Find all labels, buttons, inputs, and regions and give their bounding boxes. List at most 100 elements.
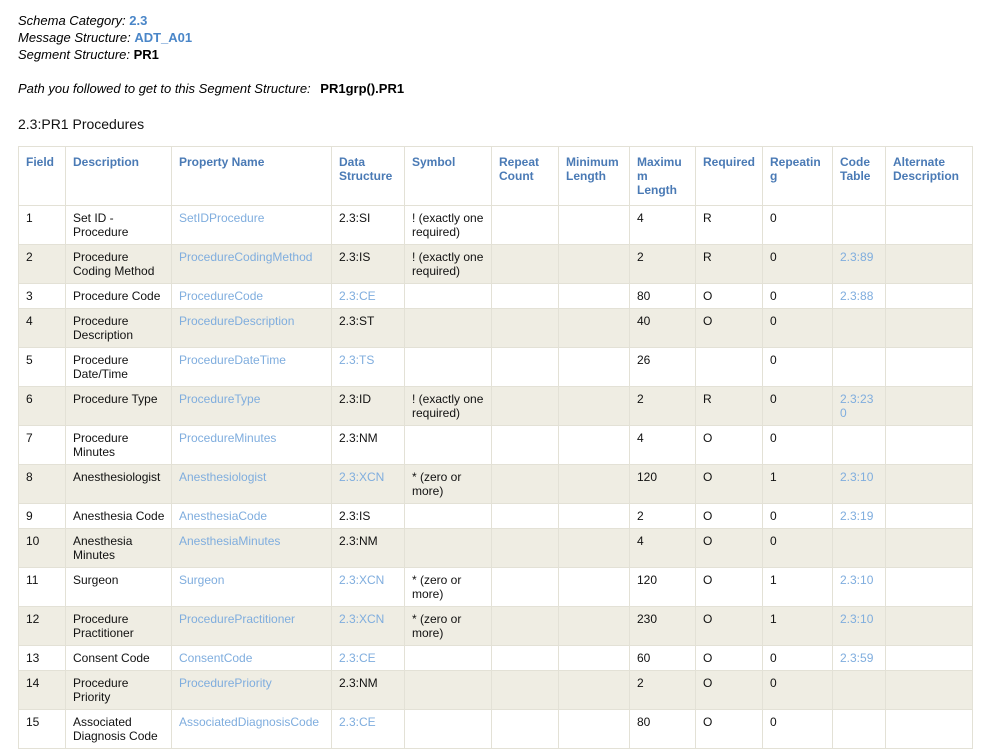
- cell-repeat-count: [491, 244, 559, 284]
- cell-code-table[interactable]: 2.3:10: [832, 606, 886, 646]
- cell-property-name-link[interactable]: AnesthesiaCode: [179, 509, 267, 523]
- cell-code-table[interactable]: 2.3:88: [832, 283, 886, 309]
- cell-data-structure[interactable]: 2.3:XCN: [331, 567, 405, 607]
- cell-data-structure-link[interactable]: 2.3:XCN: [339, 573, 384, 587]
- cell-minimum-length: [558, 347, 630, 387]
- cell-property-name-link[interactable]: AssociatedDiagnosisCode: [179, 715, 319, 729]
- cell-data-structure-link[interactable]: 2.3:XCN: [339, 612, 384, 626]
- cell-property-name-link[interactable]: ProcedurePractitioner: [179, 612, 295, 626]
- cell-property-name-link[interactable]: ProcedureCodingMethod: [179, 250, 312, 264]
- cell-data-structure: 2.3:SI: [331, 205, 405, 245]
- cell-maximum-length: 120: [629, 567, 696, 607]
- cell-data-structure-link[interactable]: 2.3:TS: [339, 353, 374, 367]
- column-header-required: Required: [695, 146, 763, 206]
- cell-property-name-link[interactable]: ConsentCode: [179, 651, 252, 665]
- cell-property-name[interactable]: AnesthesiaCode: [171, 503, 332, 529]
- cell-repeating: 0: [762, 283, 833, 309]
- cell-repeat-count: [491, 205, 559, 245]
- cell-data-structure: 2.3:NM: [331, 670, 405, 710]
- cell-property-name[interactable]: Surgeon: [171, 567, 332, 607]
- cell-code-table-link[interactable]: 2.3:19: [840, 509, 873, 523]
- cell-property-name-link[interactable]: Anesthesiologist: [179, 470, 266, 484]
- cell-code-table-link[interactable]: 2.3:230: [840, 392, 873, 420]
- message-structure-link[interactable]: ADT_A01: [134, 30, 192, 45]
- cell-property-name-link[interactable]: ProcedureMinutes: [179, 431, 276, 445]
- table-row: 5 Procedure Date/Time ProcedureDateTime 2.3…: [18, 347, 973, 387]
- cell-data-structure[interactable]: 2.3:TS: [331, 347, 405, 387]
- cell-property-name[interactable]: ProcedureMinutes: [171, 425, 332, 465]
- cell-repeat-count: [491, 645, 559, 671]
- cell-minimum-length: [558, 244, 630, 284]
- cell-property-name-link[interactable]: ProcedureCode: [179, 289, 263, 303]
- cell-maximum-length: 2: [629, 386, 696, 426]
- table-header-row: Field Description Property Name Data Str…: [18, 146, 973, 206]
- cell-code-table: [832, 347, 886, 387]
- cell-data-structure[interactable]: 2.3:CE: [331, 283, 405, 309]
- cell-required-text: R: [703, 250, 712, 264]
- table-row: 2 Procedure Coding Method ProcedureCodingM…: [18, 244, 973, 284]
- cell-data-structure[interactable]: 2.3:XCN: [331, 464, 405, 504]
- cell-property-name[interactable]: ProcedurePriority: [171, 670, 332, 710]
- cell-required: O: [695, 645, 763, 671]
- table-row: 15 Associated Diagnosis Code AssociatedDia…: [18, 709, 973, 749]
- cell-property-name[interactable]: ProcedureDateTime: [171, 347, 332, 387]
- cell-description-text: Surgeon: [73, 573, 119, 587]
- cell-property-name-link[interactable]: ProcedureDateTime: [179, 353, 286, 367]
- cell-property-name[interactable]: ConsentCode: [171, 645, 332, 671]
- cell-property-name[interactable]: ProcedureCode: [171, 283, 332, 309]
- cell-property-name-link[interactable]: ProcedureDescription: [179, 314, 294, 328]
- cell-required: R: [695, 244, 763, 284]
- cell-repeating: 1: [762, 567, 833, 607]
- cell-property-name-link[interactable]: ProcedurePriority: [179, 676, 272, 690]
- cell-code-table[interactable]: 2.3:89: [832, 244, 886, 284]
- cell-data-structure-link[interactable]: 2.3:CE: [339, 651, 376, 665]
- cell-required: O: [695, 528, 763, 568]
- cell-code-table-link[interactable]: 2.3:89: [840, 250, 873, 264]
- cell-alternate-description: [885, 503, 973, 529]
- cell-property-name[interactable]: ProcedureType: [171, 386, 332, 426]
- cell-property-name[interactable]: SetIDProcedure: [171, 205, 332, 245]
- cell-property-name-link[interactable]: ProcedureType: [179, 392, 260, 406]
- cell-code-table[interactable]: 2.3:10: [832, 464, 886, 504]
- page-title: 2.3:PR1 Procedures: [18, 116, 145, 132]
- cell-repeating: 0: [762, 386, 833, 426]
- cell-alternate-description: [885, 308, 973, 348]
- cell-code-table-link[interactable]: 2.3:59: [840, 651, 873, 665]
- cell-code-table-link[interactable]: 2.3:10: [840, 612, 873, 626]
- cell-code-table[interactable]: 2.3:230: [832, 386, 886, 426]
- cell-code-table-link[interactable]: 2.3:10: [840, 573, 873, 587]
- path-value: PR1grp().PR1: [320, 81, 405, 96]
- cell-repeating: 0: [762, 709, 833, 749]
- cell-data-structure-link[interactable]: 2.3:CE: [339, 715, 376, 729]
- cell-property-name-link[interactable]: SetIDProcedure: [179, 211, 264, 225]
- cell-data-structure-link[interactable]: 2.3:XCN: [339, 470, 384, 484]
- cell-property-name[interactable]: ProcedurePractitioner: [171, 606, 332, 646]
- cell-property-name[interactable]: Anesthesiologist: [171, 464, 332, 504]
- cell-data-structure[interactable]: 2.3:XCN: [331, 606, 405, 646]
- cell-maximum-length: 40: [629, 308, 696, 348]
- cell-data-structure-text: 2.3:IS: [339, 509, 371, 523]
- cell-alternate-description: [885, 645, 973, 671]
- cell-required: O: [695, 464, 763, 504]
- cell-minimum-length: [558, 386, 630, 426]
- cell-code-table-link[interactable]: 2.3:88: [840, 289, 873, 303]
- cell-description-text: Procedure Minutes: [73, 431, 129, 459]
- cell-code-table[interactable]: 2.3:59: [832, 645, 886, 671]
- cell-field: 4: [18, 308, 66, 348]
- cell-property-name[interactable]: ProcedureDescription: [171, 308, 332, 348]
- cell-data-structure[interactable]: 2.3:CE: [331, 709, 405, 749]
- cell-property-name[interactable]: ProcedureCodingMethod: [171, 244, 332, 284]
- cell-code-table[interactable]: 2.3:10: [832, 567, 886, 607]
- cell-property-name[interactable]: AssociatedDiagnosisCode: [171, 709, 332, 749]
- cell-property-name[interactable]: AnesthesiaMinutes: [171, 528, 332, 568]
- cell-data-structure: 2.3:ST: [331, 308, 405, 348]
- cell-code-table-link[interactable]: 2.3:10: [840, 470, 873, 484]
- cell-code-table[interactable]: 2.3:19: [832, 503, 886, 529]
- cell-property-name-link[interactable]: Surgeon: [179, 573, 224, 587]
- cell-symbol: [404, 645, 492, 671]
- cell-minimum-length: [558, 528, 630, 568]
- cell-data-structure[interactable]: 2.3:CE: [331, 645, 405, 671]
- schema-category-link[interactable]: 2.3: [129, 13, 147, 28]
- cell-property-name-link[interactable]: AnesthesiaMinutes: [179, 534, 280, 548]
- cell-data-structure-link[interactable]: 2.3:CE: [339, 289, 376, 303]
